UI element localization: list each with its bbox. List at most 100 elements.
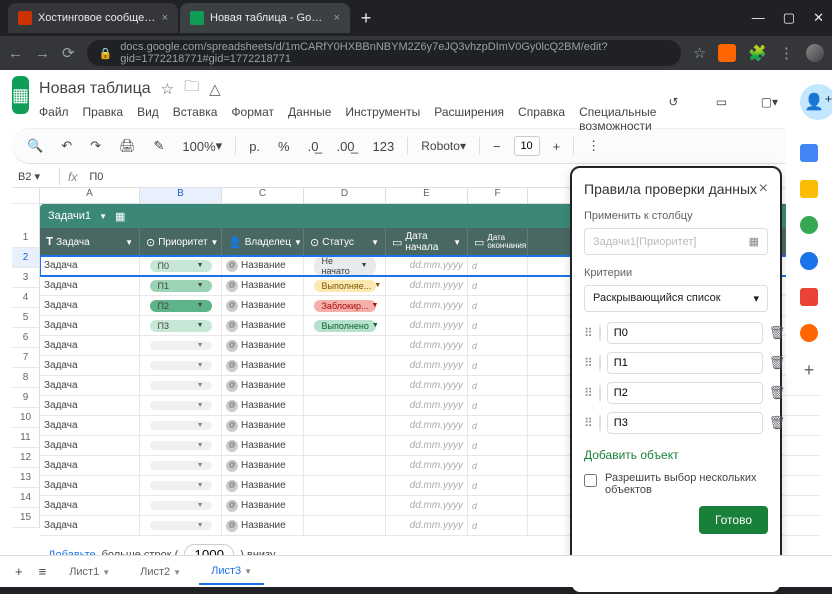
range-input[interactable]: Задачи1[Приоритет] ▦	[584, 228, 768, 255]
all-sheets-icon[interactable]: ≡	[34, 560, 52, 583]
row-header[interactable]: 11	[12, 428, 40, 448]
row-header[interactable]: 3	[12, 268, 40, 288]
color-swatch[interactable]	[599, 384, 601, 402]
option-input[interactable]	[607, 382, 763, 404]
share-button[interactable]: 👤⁺	[800, 84, 832, 120]
font-size-input[interactable]	[514, 136, 540, 156]
contacts-icon[interactable]	[800, 252, 818, 270]
drag-icon[interactable]: ⠿	[584, 416, 593, 430]
paint-format-icon[interactable]: ✎	[149, 134, 170, 158]
close-icon[interactable]: ×	[334, 12, 340, 24]
maximize-icon[interactable]: ▢	[783, 10, 795, 26]
comments-icon[interactable]: ▭	[704, 85, 738, 119]
toolbar-more[interactable]: ⋮	[582, 134, 605, 158]
doc-title[interactable]: Новая таблица	[39, 80, 151, 98]
menu-edit[interactable]: Правка	[83, 105, 124, 133]
option-input[interactable]	[607, 412, 763, 434]
drag-icon[interactable]: ⠿	[584, 326, 593, 340]
menu-format[interactable]: Формат	[231, 105, 274, 133]
col-header[interactable]: B	[140, 188, 222, 203]
criteria-select[interactable]: Раскрывающийся список▾	[584, 285, 768, 312]
drag-icon[interactable]: ⠿	[584, 386, 593, 400]
print-icon[interactable]: 🖨	[114, 134, 141, 158]
color-swatch[interactable]	[599, 414, 601, 432]
tab-active[interactable]: Новая таблица - Google Табл... ×	[180, 3, 350, 33]
delete-icon[interactable]: 🗑	[769, 415, 786, 431]
drag-icon[interactable]: ⠿	[584, 356, 593, 370]
col-header[interactable]: C	[222, 188, 304, 203]
checkbox[interactable]	[584, 474, 597, 487]
color-swatch[interactable]	[599, 354, 601, 372]
col-datestart[interactable]: ▭Дата начала▼	[386, 228, 468, 256]
sheets-logo[interactable]: ▦	[12, 76, 29, 114]
star-icon[interactable]: ☆	[161, 80, 174, 98]
delete-icon[interactable]: 🗑	[769, 355, 786, 371]
col-header[interactable]: A	[40, 188, 140, 203]
corner-cell[interactable]	[12, 188, 40, 204]
color-swatch[interactable]	[599, 324, 601, 342]
table-grid-icon[interactable]: ▦	[115, 210, 125, 223]
search-menu-icon[interactable]: 🔍	[22, 134, 48, 158]
row-header[interactable]: 8	[12, 368, 40, 388]
font-dec[interactable]: −	[488, 135, 506, 158]
col-header[interactable]: F	[468, 188, 528, 203]
menu-icon[interactable]: ⋮	[779, 44, 794, 62]
done-button[interactable]: Готово	[699, 506, 768, 534]
tab-inactive[interactable]: Хостинговое сообщество «Ti... ×	[8, 3, 178, 33]
sheet-tab[interactable]: Лист2▼	[128, 560, 193, 584]
row-header[interactable]: 6	[12, 328, 40, 348]
extension-icon[interactable]	[718, 44, 736, 62]
col-owner[interactable]: 👤Владелец▼	[222, 228, 304, 256]
get-addons-icon[interactable]: +	[800, 360, 818, 378]
zoom-select[interactable]: 100% ▾	[177, 134, 227, 158]
url-field[interactable]: 🔒 docs.google.com/spreadsheets/d/1mCARfY…	[87, 40, 681, 66]
option-input[interactable]	[607, 322, 763, 344]
row-header[interactable]: 15	[12, 508, 40, 528]
menu-data[interactable]: Данные	[288, 105, 331, 133]
col-status[interactable]: ⊙Статус▼	[304, 228, 386, 256]
close-window-icon[interactable]: ✕	[813, 10, 824, 26]
row-header[interactable]: 2	[12, 248, 40, 268]
row-header[interactable]: 9	[12, 388, 40, 408]
dec-increase[interactable]: .00̲	[331, 135, 359, 158]
move-icon[interactable]: 🗀	[184, 76, 199, 101]
bookmark-icon[interactable]: ☆	[693, 44, 706, 62]
menu-file[interactable]: Файл	[39, 105, 69, 133]
row-header[interactable]: 13	[12, 468, 40, 488]
currency-button[interactable]: р.	[244, 135, 265, 158]
menu-insert[interactable]: Вставка	[173, 105, 218, 133]
cloud-icon[interactable]: △	[209, 80, 221, 98]
formula-bar[interactable]: П0	[85, 171, 103, 183]
col-dateend[interactable]: ▭Дата окончания	[468, 228, 528, 256]
percent-button[interactable]: %	[273, 135, 295, 158]
extensions-icon[interactable]: 🧩	[748, 44, 767, 62]
delete-icon[interactable]: 🗑	[769, 325, 786, 341]
row-header[interactable]: 1	[12, 228, 40, 248]
row-header[interactable]: 5	[12, 308, 40, 328]
menu-extensions[interactable]: Расширения	[434, 105, 504, 133]
delete-icon[interactable]: 🗑	[769, 385, 786, 401]
row-header[interactable]: 7	[12, 348, 40, 368]
maps-icon[interactable]	[800, 288, 818, 306]
close-icon[interactable]: ×	[162, 12, 168, 24]
allow-multi-checkbox[interactable]: Разрешить выбор нескольких объектов	[584, 472, 768, 496]
col-header[interactable]: D	[304, 188, 386, 203]
forward-icon[interactable]: →	[35, 45, 50, 62]
row-header[interactable]: 10	[12, 408, 40, 428]
addon-icon[interactable]	[800, 324, 818, 342]
sheet-tab[interactable]: Лист3▼	[199, 559, 264, 585]
calendar-icon[interactable]	[800, 144, 818, 162]
col-priority[interactable]: ⊙Приоритет▼	[140, 228, 222, 256]
profile-avatar[interactable]	[806, 44, 824, 62]
font-select[interactable]: Roboto ▾	[416, 135, 471, 157]
grid-select-icon[interactable]: ▦	[749, 235, 759, 248]
dec-decrease[interactable]: .0̲	[303, 135, 324, 158]
menu-help[interactable]: Справка	[518, 105, 565, 133]
minimize-icon[interactable]: —	[752, 10, 765, 26]
add-sheet-icon[interactable]: +	[10, 560, 28, 583]
menu-tools[interactable]: Инструменты	[345, 105, 420, 133]
option-input[interactable]	[607, 352, 763, 374]
keep-icon[interactable]	[800, 180, 818, 198]
row-header[interactable]: 4	[12, 288, 40, 308]
close-icon[interactable]: ×	[759, 180, 768, 198]
